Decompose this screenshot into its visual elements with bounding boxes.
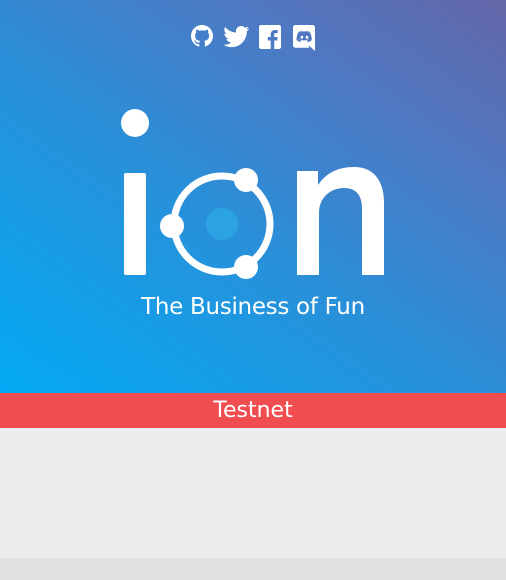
logo-electron-top (234, 168, 258, 192)
logo-n (297, 167, 384, 275)
hero-header: The Business of Fun (0, 0, 506, 393)
network-banner: Testnet (0, 393, 506, 428)
github-link[interactable] (188, 21, 216, 53)
twitter-icon (223, 26, 250, 48)
logo-electron-left (160, 214, 184, 238)
logo-electron-bottom (234, 255, 258, 279)
twitter-link[interactable] (222, 21, 250, 53)
discord-link[interactable] (290, 21, 318, 53)
main-content-area (0, 428, 506, 558)
logo-i-dot (121, 109, 149, 137)
discord-icon (293, 25, 315, 51)
logo-i-stem (124, 173, 146, 275)
footer-strip (0, 558, 506, 580)
social-links-bar (0, 21, 506, 53)
tagline: The Business of Fun (141, 294, 365, 320)
logo-o-core (206, 208, 238, 240)
github-icon (191, 25, 213, 47)
facebook-link[interactable] (256, 21, 284, 53)
facebook-icon (259, 25, 281, 49)
ion-logo (121, 109, 384, 279)
